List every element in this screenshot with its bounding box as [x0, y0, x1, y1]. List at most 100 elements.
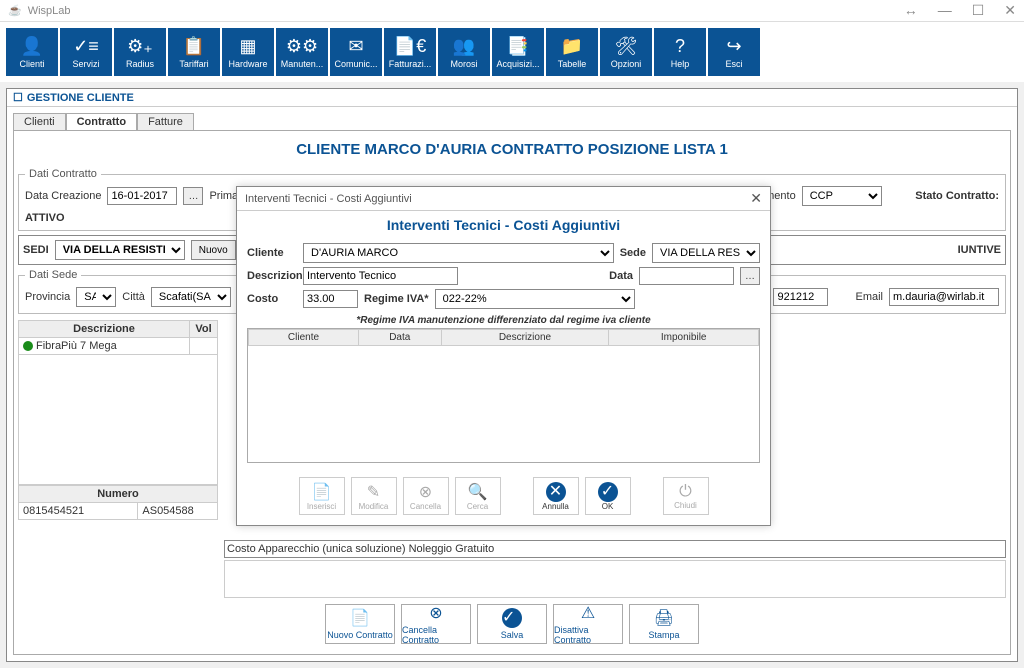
cancella-contratto-button[interactable]: ⊗Cancella Contratto: [401, 604, 471, 644]
window-minimize-button[interactable]: —: [938, 2, 952, 19]
window-arrows-icon: ↔: [904, 2, 918, 19]
power-icon: ⏻: [679, 483, 692, 501]
cancel-icon: ⊗: [429, 603, 442, 623]
fatturazi-icon: 📄€: [394, 36, 426, 57]
tab-fatture[interactable]: Fatture: [137, 113, 194, 130]
modal-col-cliente: Cliente: [249, 330, 359, 346]
data-creazione-picker-button[interactable]: …: [183, 187, 203, 205]
modal-title-text: Interventi Tecnici - Costi Aggiuntivi: [245, 193, 412, 205]
disattiva-contratto-button[interactable]: ⚠Disattiva Contratto: [553, 604, 623, 644]
modal-note: *Regime IVA manutenzione differenziato d…: [247, 313, 760, 328]
warning-icon: ⚠: [581, 603, 595, 623]
window-maximize-button[interactable]: ☐: [972, 2, 985, 19]
toolbar-acquisizi[interactable]: 📑Acquisizi...: [492, 28, 544, 76]
provincia-select[interactable]: SA: [76, 287, 116, 307]
modal-data-input[interactable]: [639, 267, 734, 285]
tabelle-icon: 📁: [561, 36, 583, 57]
nuovo-sede-button[interactable]: Nuovo: [191, 240, 236, 260]
manuten-icon: ⚙⚙: [286, 36, 318, 57]
sedi-select[interactable]: VIA DELLA RESISTENZA, 8 Scafati: [55, 240, 185, 260]
delete-icon: ⊗: [419, 482, 432, 502]
modal-costo-input[interactable]: [303, 290, 358, 308]
modal-modifica-button: ✎Modifica: [351, 477, 397, 515]
toolbar-manuten[interactable]: ⚙⚙Manuten...: [276, 28, 328, 76]
panel-icon: ☐: [13, 91, 23, 104]
plus-doc-icon: 📄: [350, 608, 370, 628]
table-row[interactable]: FibraPiù 7 Mega: [19, 338, 218, 355]
modal-cancella-button: ⊗Cancella: [403, 477, 449, 515]
status-dot-icon: [23, 341, 33, 351]
radius-icon: ⚙₊: [127, 36, 153, 57]
tab-contratto[interactable]: Contratto: [66, 113, 138, 130]
modal-col-data: Data: [358, 330, 441, 346]
acquisizi-icon: 📑: [507, 36, 529, 57]
serv-col-vol: Vol: [190, 321, 218, 338]
toolbar-tariffari[interactable]: 📋Tariffari: [168, 28, 220, 76]
toolbar-esci[interactable]: ↪Esci: [708, 28, 760, 76]
citta-label: Città: [122, 291, 145, 303]
dati-sede-legend: Dati Sede: [25, 269, 81, 281]
modal-chiudi-button: ⏻Chiudi: [663, 477, 709, 515]
check-icon: ✓: [502, 608, 522, 628]
modal-table: Cliente Data Descrizione Imponibile: [248, 329, 759, 346]
citta-select[interactable]: Scafati(SA): [151, 287, 231, 307]
modal-descr-label: Descrizione: [247, 270, 297, 282]
ok-circle-icon: ✓: [598, 482, 618, 502]
comunic-icon: ✉: [348, 36, 363, 57]
modal-data-label: Data: [609, 270, 633, 282]
toolbar-comunic[interactable]: ✉Comunic...: [330, 28, 382, 76]
tipo-pag-select[interactable]: CCP: [802, 186, 882, 206]
opzioni-icon: 🛠: [615, 36, 638, 57]
table-row[interactable]: 0815454521AS054588: [19, 503, 218, 520]
data-creazione-input[interactable]: [107, 187, 177, 205]
modal-data-picker-button[interactable]: …: [740, 267, 760, 285]
modal-cerca-button: 🔍Cerca: [455, 477, 501, 515]
app-title: WispLab: [28, 5, 71, 17]
tariffari-icon: 📋: [183, 36, 205, 57]
hardware-icon: ▦: [239, 36, 256, 57]
cancel-circle-icon: ✕: [546, 482, 566, 502]
servizi-icon: ✓≡: [73, 36, 99, 57]
modal-close-button[interactable]: ✕: [750, 190, 762, 207]
app-icon: ☕: [8, 4, 22, 17]
stampa-button[interactable]: 🖨Stampa: [629, 604, 699, 644]
toolbar-opzioni[interactable]: 🛠Opzioni: [600, 28, 652, 76]
modal-inserisci-button: 📄Inserisci: [299, 477, 345, 515]
tab-clienti[interactable]: Clienti: [13, 113, 66, 130]
email-label: Email: [855, 291, 883, 303]
toolbar-clienti[interactable]: 👤Clienti: [6, 28, 58, 76]
morosi-icon: 👥: [453, 36, 475, 57]
modal-ok-button[interactable]: ✓OK: [585, 477, 631, 515]
modal-sede-label: Sede: [620, 247, 646, 259]
toolbar-servizi[interactable]: ✓≡Servizi: [60, 28, 112, 76]
main-toolbar: 👤Clienti ✓≡Servizi ⚙₊Radius 📋Tariffari ▦…: [0, 22, 1024, 82]
esci-icon: ↪: [726, 36, 741, 57]
modal-cliente-select[interactable]: D'AURIA MARCO: [303, 243, 614, 263]
panel-title-text: GESTIONE CLIENTE: [27, 92, 134, 104]
tel-input[interactable]: [773, 288, 828, 306]
aggiuntive-label: IUNTIVE: [958, 244, 1001, 256]
nuovo-contratto-button[interactable]: 📄Nuovo Contratto: [325, 604, 395, 644]
numeri-table: Numero 0815454521AS054588: [18, 485, 218, 520]
modal-annulla-button[interactable]: ✕Annulla: [533, 477, 579, 515]
insert-icon: 📄: [312, 482, 332, 502]
modal-descr-input[interactable]: [303, 267, 458, 285]
dati-contratto-legend: Dati Contratto: [25, 168, 101, 180]
toolbar-hardware[interactable]: ▦Hardware: [222, 28, 274, 76]
toolbar-morosi[interactable]: 👥Morosi: [438, 28, 490, 76]
servizi-table: DescrizioneVol FibraPiù 7 Mega: [18, 320, 218, 355]
sedi-label: SEDI: [23, 244, 49, 256]
modal-sede-select[interactable]: VIA DELLA RESISTENZA, 8: [652, 243, 760, 263]
toolbar-radius[interactable]: ⚙₊Radius: [114, 28, 166, 76]
salva-button[interactable]: ✓Salva: [477, 604, 547, 644]
data-creazione-label: Data Creazione: [25, 190, 101, 202]
toolbar-help[interactable]: ?Help: [654, 28, 706, 76]
window-close-button[interactable]: ✕: [1004, 2, 1016, 19]
modal-col-imp: Imponibile: [609, 330, 759, 346]
email-input[interactable]: [889, 288, 999, 306]
modal-col-descr: Descrizione: [441, 330, 609, 346]
toolbar-fatturazi[interactable]: 📄€Fatturazi...: [384, 28, 436, 76]
modal-regime-select[interactable]: 022-22%: [435, 289, 635, 309]
toolbar-tabelle[interactable]: 📁Tabelle: [546, 28, 598, 76]
interventi-modal: Interventi Tecnici - Costi Aggiuntivi ✕ …: [236, 186, 771, 526]
